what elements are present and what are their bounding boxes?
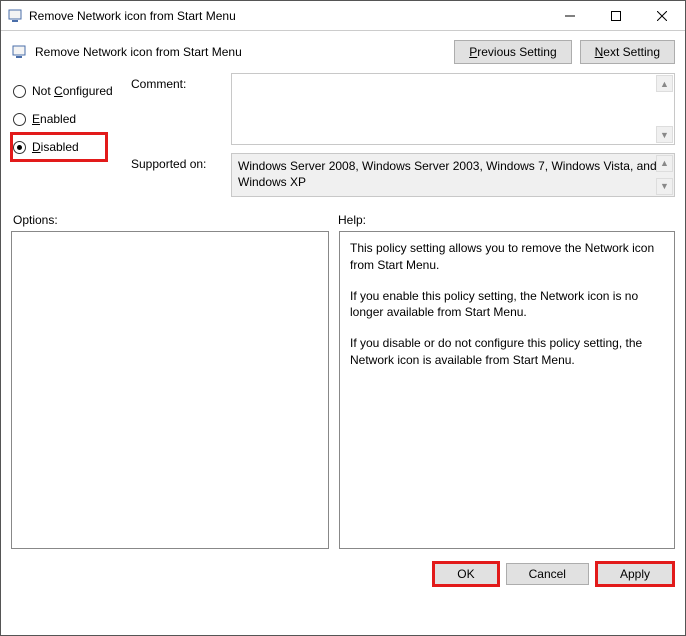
maximize-button[interactable] [593, 1, 639, 30]
apply-button[interactable]: Apply [597, 563, 673, 585]
scroll-up-icon[interactable]: ▲ [656, 75, 673, 92]
scroll-up-icon[interactable]: ▲ [656, 155, 673, 172]
supported-row: Supported on: Windows Server 2008, Windo… [131, 153, 675, 197]
options-label: Options: [13, 213, 338, 227]
app-icon [7, 8, 23, 24]
scroll-down-icon[interactable]: ▼ [656, 178, 673, 195]
supported-textbox: Windows Server 2008, Windows Server 2003… [231, 153, 675, 197]
field-column: Comment: ▲ ▼ Supported on: Windows Serve… [131, 73, 675, 205]
dialog-buttons: OK Cancel Apply [1, 549, 685, 585]
comment-textbox[interactable]: ▲ ▼ [231, 73, 675, 145]
minimize-button[interactable] [547, 1, 593, 30]
ok-button[interactable]: OK [434, 563, 497, 585]
state-radios: Not Configured Enabled Disabled [11, 73, 121, 205]
subheader: Remove Network icon from Start Menu Prev… [1, 31, 685, 73]
comment-label: Comment: [131, 73, 223, 145]
radio-disabled[interactable]: Disabled [11, 133, 107, 161]
supported-label: Supported on: [131, 153, 223, 197]
help-text: This policy setting allows you to remove… [350, 240, 664, 274]
close-button[interactable] [639, 1, 685, 30]
previous-setting-button[interactable]: Previous Setting [454, 40, 571, 64]
window-controls [547, 1, 685, 30]
radio-enabled[interactable]: Enabled [11, 105, 121, 133]
radio-icon [13, 85, 26, 98]
panes: This policy setting allows you to remove… [1, 231, 685, 549]
supported-text: Windows Server 2008, Windows Server 2003… [238, 159, 657, 189]
scroll-down-icon[interactable]: ▼ [656, 126, 673, 143]
radio-label: Disabled [32, 140, 79, 154]
window-title: Remove Network icon from Start Menu [29, 9, 547, 23]
help-pane: This policy setting allows you to remove… [339, 231, 675, 549]
help-text: If you disable or do not configure this … [350, 335, 664, 369]
radio-icon [13, 141, 26, 154]
help-label: Help: [338, 213, 366, 227]
radio-label: Enabled [32, 112, 76, 126]
radio-label: Not Configured [32, 84, 113, 98]
options-pane [11, 231, 329, 549]
policy-icon [11, 44, 27, 60]
titlebar: Remove Network icon from Start Menu [1, 1, 685, 31]
radio-icon [13, 113, 26, 126]
cancel-button[interactable]: Cancel [506, 563, 589, 585]
comment-row: Comment: ▲ ▼ [131, 73, 675, 145]
next-setting-button[interactable]: Next Setting [580, 40, 675, 64]
help-text: If you enable this policy setting, the N… [350, 288, 664, 322]
policy-title: Remove Network icon from Start Menu [35, 45, 446, 59]
radio-not-configured[interactable]: Not Configured [11, 77, 121, 105]
config-row: Not Configured Enabled Disabled Comment:… [1, 73, 685, 205]
pane-labels: Options: Help: [1, 205, 685, 231]
